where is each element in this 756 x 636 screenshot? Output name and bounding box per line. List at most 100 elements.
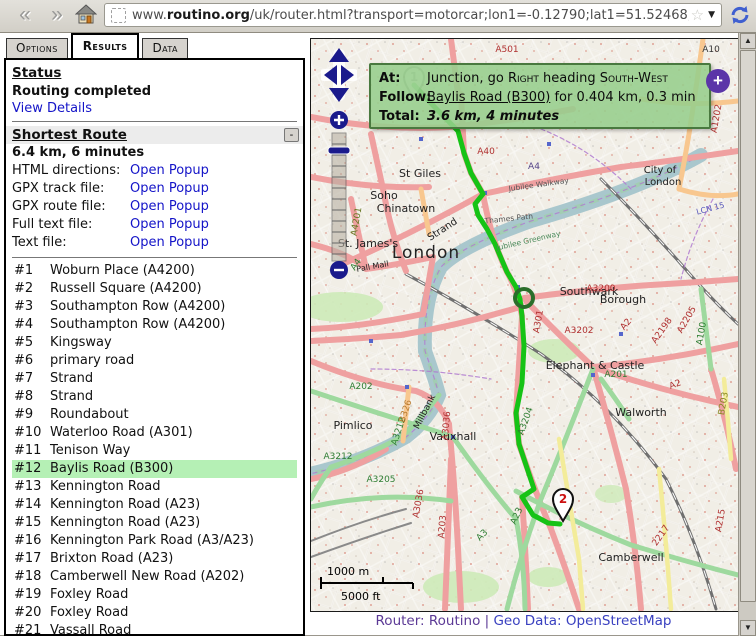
pan-left-icon[interactable]	[324, 65, 337, 85]
step-name: Tenison Way	[50, 442, 130, 460]
file-row: Text file: Open Popup	[12, 234, 297, 252]
tab[interactable]: Results	[71, 33, 140, 58]
tab[interactable]: Options	[6, 38, 68, 58]
open-popup-link[interactable]: Open Popup	[130, 198, 209, 216]
status-title: Status	[12, 65, 297, 81]
open-popup-link[interactable]: Open Popup	[130, 216, 209, 234]
route-step-row[interactable]: #8 Strand	[12, 388, 297, 406]
step-number: #18	[12, 568, 50, 586]
route-step-row[interactable]: #19 Foxley Road	[12, 586, 297, 604]
tab-label: Data	[152, 41, 177, 55]
route-step-row[interactable]: #6 primary road	[12, 352, 297, 370]
step-name: Roundabout	[50, 406, 129, 424]
bookmark-star-icon[interactable]: ☆	[691, 6, 704, 24]
route-step-row[interactable]: #9 Roundabout	[12, 406, 297, 424]
step-number: #3	[12, 298, 50, 316]
open-popup-link[interactable]: Open Popup	[130, 180, 209, 198]
step-number: #9	[12, 406, 50, 424]
map-panzoom-control[interactable]	[321, 43, 357, 283]
file-label: Full text file:	[12, 216, 130, 234]
step-number: #17	[12, 550, 50, 568]
route-step-row[interactable]: #10 Waterloo Road (A301)	[12, 424, 297, 442]
forward-icon[interactable]: »	[44, 2, 70, 28]
step-name: Waterloo Road (A301)	[50, 424, 193, 442]
road-ref-label: A10	[702, 45, 720, 55]
route-step-row[interactable]: #16 Kennington Park Road (A3/A23)	[12, 532, 297, 550]
place-label: Chinatown	[377, 202, 435, 215]
route-summary: 6.4 km, 6 minutes	[12, 145, 297, 160]
route-step-row[interactable]: #12 Baylis Road (B300)	[12, 460, 297, 478]
file-label: GPX route file:	[12, 198, 130, 216]
reload-icon[interactable]	[728, 4, 752, 28]
at-text: Junction, go Right heading South-West	[427, 69, 668, 88]
route-step-row[interactable]: #4 Southampton Row (A4200)	[12, 316, 297, 334]
step-number: #4	[12, 316, 50, 334]
divider	[12, 257, 297, 258]
file-row: GPX track file: Open Popup	[12, 180, 297, 198]
map-viewport[interactable]: 1 2 St GilesSohoChinatownSt. James'sLond…	[310, 38, 739, 612]
layer-switcher-icon[interactable]: +	[706, 69, 730, 93]
total-label: Total:	[379, 107, 427, 126]
pan-right-icon[interactable]	[341, 65, 354, 85]
route-instruction-popup: At: Junction, go Right heading South-Wes…	[369, 63, 711, 129]
view-details-link[interactable]: View Details	[12, 101, 92, 116]
window-scrollbar[interactable]: ▲ ▼	[738, 33, 756, 636]
route-step-row[interactable]: #21 Vassall Road	[12, 622, 297, 636]
step-number: #7	[12, 370, 50, 388]
step-number: #20	[12, 604, 50, 622]
route-step-row[interactable]: #14 Kennington Road (A23)	[12, 496, 297, 514]
status-text: Routing completed	[12, 84, 297, 99]
step-name: Kennington Park Road (A3/A23)	[50, 532, 254, 550]
collapse-button[interactable]: -	[284, 128, 299, 142]
openstreetmap-link[interactable]: OpenStreetMap	[566, 613, 672, 629]
step-name: Southampton Row (A4200)	[50, 298, 225, 316]
popup-at-row: At: Junction, go Right heading South-Wes…	[379, 69, 701, 88]
popup-total-row: Total: 3.6 km, 4 minutes	[379, 107, 701, 126]
url-dropdown-icon[interactable]: ▼	[708, 10, 715, 20]
tab[interactable]: Data	[142, 38, 187, 58]
routino-link[interactable]: Routino	[429, 613, 480, 629]
scrollbar-thumb[interactable]	[740, 50, 756, 602]
route-step-row[interactable]: #20 Foxley Road	[12, 604, 297, 622]
file-row: HTML directions: Open Popup	[12, 162, 297, 180]
place-label: Soho	[370, 189, 398, 202]
road-ref-label: A3200	[586, 284, 615, 294]
open-popup-link[interactable]: Open Popup	[130, 162, 209, 180]
route-step-row[interactable]: #3 Southampton Row (A4200)	[12, 298, 297, 316]
step-number: #11	[12, 442, 50, 460]
place-label: Pimlico	[333, 419, 372, 432]
route-step-row[interactable]: #1 Woburn Place (A4200)	[12, 262, 297, 280]
route-step-row[interactable]: #17 Brixton Road (A23)	[12, 550, 297, 568]
scroll-up-icon[interactable]: ▲	[740, 33, 756, 49]
step-name: Kingsway	[50, 334, 112, 352]
pan-down-icon[interactable]	[329, 88, 349, 102]
shortest-route-title: Shortest Route	[12, 127, 127, 143]
step-name: Strand	[50, 388, 93, 406]
step-name: Russell Square (A4200)	[50, 280, 202, 298]
place-label: Vauxhall	[430, 430, 477, 443]
home-icon[interactable]	[74, 3, 98, 27]
step-name: Foxley Road	[50, 586, 128, 604]
followed-road-link[interactable]: Baylis Road (B300)	[427, 90, 550, 105]
open-popup-link[interactable]: Open Popup	[130, 234, 209, 252]
pan-up-icon[interactable]	[329, 48, 349, 62]
divider	[12, 121, 297, 122]
step-number: #21	[12, 622, 50, 636]
route-step-row[interactable]: #2 Russell Square (A4200)	[12, 280, 297, 298]
file-label: GPX track file:	[12, 180, 130, 198]
route-step-row[interactable]: #13 Kennington Road	[12, 478, 297, 496]
scroll-down-icon[interactable]: ▼	[740, 620, 756, 636]
attribution-separator: |	[480, 613, 493, 629]
file-label: HTML directions:	[12, 162, 130, 180]
results-panel: Status Routing completed View Details Sh…	[4, 58, 305, 636]
url-bar[interactable]: www.routino.org/uk/router.html?transport…	[104, 3, 722, 27]
route-step-row[interactable]: #18 Camberwell New Road (A202)	[12, 568, 297, 586]
url-text[interactable]: www.routino.org/uk/router.html?transport…	[132, 8, 689, 23]
route-step-row[interactable]: #15 Kennington Road (A23)	[12, 514, 297, 532]
route-step-row[interactable]: #11 Tenison Way	[12, 442, 297, 460]
route-step-row[interactable]: #7 Strand	[12, 370, 297, 388]
route-step-row[interactable]: #5 Kingsway	[12, 334, 297, 352]
back-icon[interactable]: «	[12, 2, 38, 28]
zoom-slider-handle[interactable]	[328, 147, 350, 154]
road-ref-label: A40	[477, 147, 495, 157]
